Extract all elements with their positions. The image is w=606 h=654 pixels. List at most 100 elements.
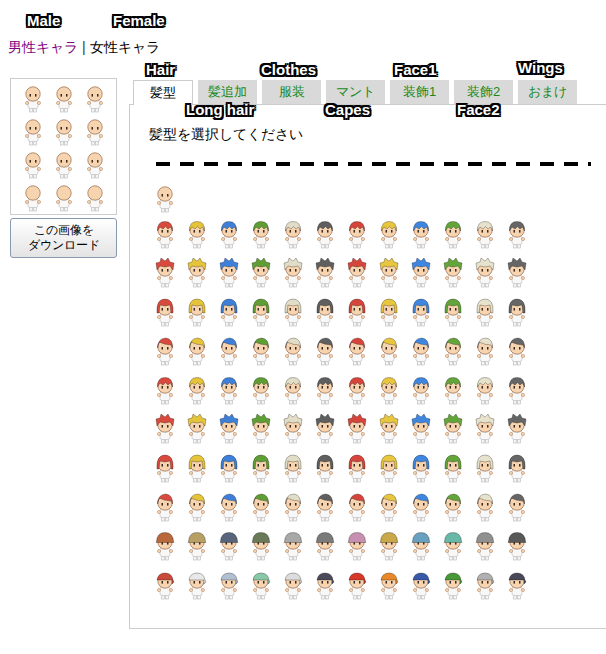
- hair-option[interactable]: [501, 447, 533, 486]
- hair-option[interactable]: [149, 564, 181, 603]
- hair-option[interactable]: [341, 369, 373, 408]
- hair-option[interactable]: [213, 525, 245, 564]
- hair-option[interactable]: [501, 486, 533, 525]
- hair-option[interactable]: [149, 252, 181, 291]
- hair-option[interactable]: [405, 447, 437, 486]
- hair-option[interactable]: [373, 369, 405, 408]
- hair-option[interactable]: [213, 369, 245, 408]
- hair-option[interactable]: [373, 564, 405, 603]
- hair-option[interactable]: [469, 369, 501, 408]
- hair-option[interactable]: [309, 408, 341, 447]
- hair-option[interactable]: [277, 213, 309, 252]
- hair-option[interactable]: [341, 213, 373, 252]
- hair-option[interactable]: [469, 486, 501, 525]
- hair-option[interactable]: [181, 330, 213, 369]
- hair-option[interactable]: [469, 291, 501, 330]
- hair-option[interactable]: [437, 486, 469, 525]
- hair-option[interactable]: [149, 525, 181, 564]
- hair-option[interactable]: [149, 213, 181, 252]
- hair-option[interactable]: [469, 408, 501, 447]
- hair-option[interactable]: [341, 525, 373, 564]
- hair-option[interactable]: [437, 447, 469, 486]
- hair-option[interactable]: [405, 525, 437, 564]
- hair-option[interactable]: [149, 486, 181, 525]
- tab[interactable]: おまけ: [518, 80, 577, 104]
- hair-option[interactable]: [437, 369, 469, 408]
- hair-option[interactable]: [373, 291, 405, 330]
- hair-option[interactable]: [405, 330, 437, 369]
- hair-option[interactable]: [245, 486, 277, 525]
- hair-option[interactable]: [405, 369, 437, 408]
- hair-option[interactable]: [181, 408, 213, 447]
- tab[interactable]: 服装: [262, 80, 321, 104]
- hair-option[interactable]: [245, 252, 277, 291]
- hair-option[interactable]: [437, 252, 469, 291]
- hair-option[interactable]: [469, 252, 501, 291]
- hair-option[interactable]: [245, 447, 277, 486]
- hair-option[interactable]: [181, 486, 213, 525]
- hair-option[interactable]: [405, 291, 437, 330]
- hair-option[interactable]: [277, 408, 309, 447]
- hair-option[interactable]: [373, 408, 405, 447]
- gender-tab[interactable]: 男性キャラ: [8, 39, 78, 56]
- hair-option[interactable]: [501, 525, 533, 564]
- hair-option[interactable]: [149, 447, 181, 486]
- hair-option[interactable]: [277, 369, 309, 408]
- hair-option[interactable]: [373, 252, 405, 291]
- tab[interactable]: 装飾1: [390, 80, 449, 104]
- hair-option[interactable]: [437, 408, 469, 447]
- hair-option[interactable]: [405, 408, 437, 447]
- hair-option[interactable]: [277, 486, 309, 525]
- hair-option[interactable]: [469, 447, 501, 486]
- hair-option[interactable]: [277, 330, 309, 369]
- hair-option[interactable]: [277, 447, 309, 486]
- hair-option[interactable]: [309, 369, 341, 408]
- hair-option[interactable]: [213, 447, 245, 486]
- hair-option[interactable]: [277, 525, 309, 564]
- hair-option[interactable]: [341, 330, 373, 369]
- hair-option[interactable]: [181, 252, 213, 291]
- hair-option[interactable]: [405, 486, 437, 525]
- hair-option[interactable]: [309, 447, 341, 486]
- hair-option[interactable]: [245, 369, 277, 408]
- hair-option[interactable]: [373, 330, 405, 369]
- hair-option[interactable]: [373, 447, 405, 486]
- hair-option[interactable]: [437, 330, 469, 369]
- hair-option[interactable]: [341, 564, 373, 603]
- hair-option[interactable]: [309, 252, 341, 291]
- gender-tab[interactable]: 女性キャラ: [90, 39, 160, 56]
- hair-option[interactable]: [437, 564, 469, 603]
- hair-option[interactable]: [405, 564, 437, 603]
- hair-option[interactable]: [501, 408, 533, 447]
- hair-option[interactable]: [469, 564, 501, 603]
- hair-option[interactable]: [469, 525, 501, 564]
- hair-option[interactable]: [405, 213, 437, 252]
- hair-option[interactable]: [181, 525, 213, 564]
- hair-option[interactable]: [213, 252, 245, 291]
- hair-option[interactable]: [245, 408, 277, 447]
- hair-option[interactable]: [373, 486, 405, 525]
- hair-option[interactable]: [373, 525, 405, 564]
- hair-option[interactable]: [213, 213, 245, 252]
- hair-option[interactable]: [373, 213, 405, 252]
- hair-option[interactable]: [341, 408, 373, 447]
- hair-option[interactable]: [437, 213, 469, 252]
- hair-option[interactable]: [309, 525, 341, 564]
- hair-option[interactable]: [405, 252, 437, 291]
- hair-option[interactable]: [245, 213, 277, 252]
- hair-option[interactable]: [309, 330, 341, 369]
- no-hair-option[interactable]: [149, 181, 181, 213]
- hair-option[interactable]: [309, 213, 341, 252]
- tab[interactable]: 髪型: [133, 80, 193, 105]
- hair-option[interactable]: [501, 369, 533, 408]
- hair-option[interactable]: [213, 564, 245, 603]
- download-button[interactable]: この画像をダウンロード: [10, 218, 117, 258]
- tab[interactable]: 装飾2: [454, 80, 513, 104]
- hair-option[interactable]: [149, 369, 181, 408]
- hair-option[interactable]: [277, 564, 309, 603]
- hair-option[interactable]: [213, 330, 245, 369]
- hair-option[interactable]: [341, 447, 373, 486]
- tab[interactable]: マント: [326, 80, 385, 104]
- hair-option[interactable]: [213, 291, 245, 330]
- hair-option[interactable]: [245, 330, 277, 369]
